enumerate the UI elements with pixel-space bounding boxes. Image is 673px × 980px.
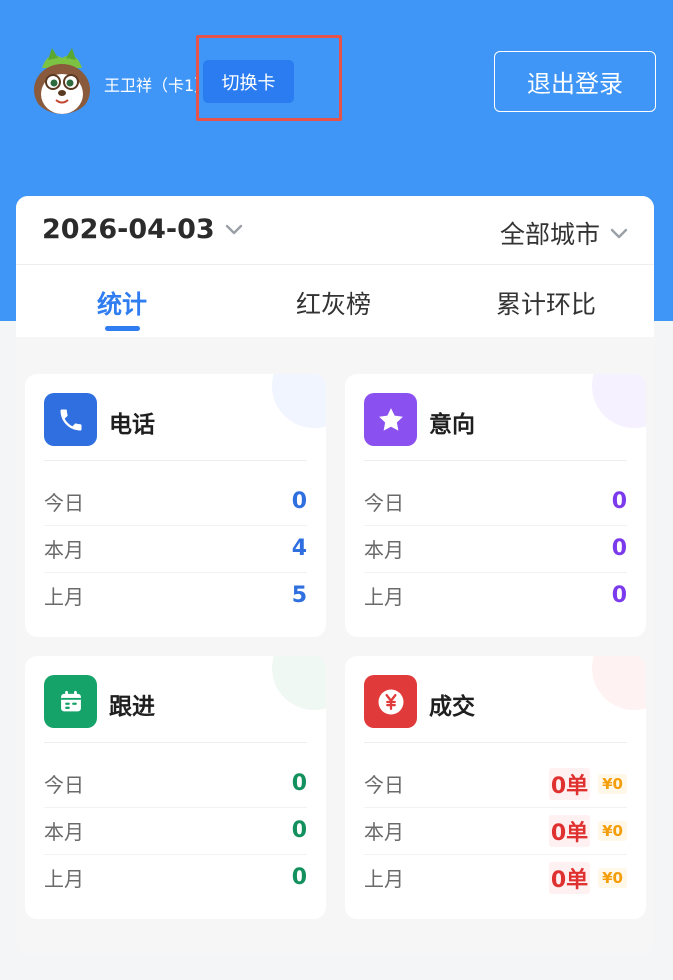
card-title: 成交 (429, 694, 475, 720)
calendar-icon (60, 690, 81, 711)
row-value: 0 (291, 818, 307, 843)
deal-count: 0单 (548, 861, 591, 894)
card-corner-decoration (272, 656, 326, 710)
tab-statistics[interactable]: 统计 (97, 285, 147, 321)
row-value: 0 (611, 536, 627, 561)
card-title: 跟进 (109, 694, 155, 720)
deal-amount: ¥0 (598, 820, 627, 841)
active-tab-indicator (105, 326, 140, 331)
row-today: 今日 0 (44, 478, 307, 525)
card-corner-decoration (592, 374, 646, 428)
row-label: 上月 (364, 585, 404, 609)
stat-card-phone[interactable]: 电话 今日 0 本月 4 上月 5 (25, 374, 326, 637)
card-divider (364, 460, 627, 461)
switch-card-button[interactable]: 切换卡 (203, 60, 294, 103)
row-label: 今日 (364, 491, 404, 515)
deal-value: 0单 ¥0 (548, 767, 627, 800)
row-month: 本月 0单 ¥0 (364, 807, 627, 854)
deal-value: 0单 ¥0 (548, 814, 627, 847)
deal-count: 0单 (548, 814, 591, 847)
card-corner-decoration (272, 374, 326, 428)
row-last-month: 上月 0 (364, 572, 627, 619)
card-title: 意向 (429, 412, 475, 438)
yen-icon-box (364, 675, 417, 728)
deal-count: 0单 (548, 767, 591, 800)
tab-red-gray-list[interactable]: 红灰榜 (296, 285, 371, 321)
date-filter[interactable]: 2026-04-03 (42, 214, 243, 245)
deal-amount: ¥0 (598, 867, 627, 888)
card-title: 电话 (109, 412, 155, 438)
tab-bar: 统计 红灰榜 累计环比 (16, 265, 654, 337)
logout-button[interactable]: 退出登录 (494, 51, 656, 112)
row-last-month: 上月 0单 ¥0 (364, 854, 627, 901)
row-month: 本月 0 (364, 525, 627, 572)
avatar-mascot-icon (28, 46, 96, 114)
row-today: 今日 0单 ¥0 (364, 760, 627, 807)
phone-icon-box (44, 393, 97, 446)
city-filter[interactable]: 全部城市 (500, 215, 628, 251)
statistics-panel: 2026-04-03 全部城市 统计 红灰榜 累计环比 电话 今日 0 本月 4… (16, 196, 654, 954)
calendar-icon-box (44, 675, 97, 728)
row-label: 上月 (44, 867, 84, 891)
star-icon-box (364, 393, 417, 446)
filter-bar: 2026-04-03 全部城市 (16, 196, 654, 265)
user-name: 王卫祥（卡1） (104, 76, 211, 95)
row-label: 今日 (44, 491, 84, 515)
row-last-month: 上月 0 (44, 854, 307, 901)
row-value: 0 (611, 489, 627, 514)
deal-amount: ¥0 (598, 773, 627, 794)
row-label: 上月 (44, 585, 84, 609)
row-label: 本月 (44, 538, 84, 562)
yen-icon (378, 689, 403, 714)
row-value: 5 (291, 583, 307, 608)
card-corner-decoration (592, 656, 646, 710)
row-value: 0 (291, 865, 307, 890)
stat-card-intent[interactable]: 意向 今日 0 本月 0 上月 0 (345, 374, 646, 637)
star-icon (378, 407, 403, 431)
row-label: 本月 (364, 538, 404, 562)
user-avatar[interactable] (28, 46, 96, 114)
deal-value: 0单 ¥0 (548, 861, 627, 894)
chevron-down-icon (610, 228, 628, 238)
row-label: 今日 (364, 773, 404, 797)
card-divider (364, 742, 627, 743)
card-divider (44, 460, 307, 461)
stat-card-followup[interactable]: 跟进 今日 0 本月 0 上月 0 (25, 656, 326, 919)
row-last-month: 上月 5 (44, 572, 307, 619)
stat-card-deal[interactable]: 成交 今日 0单 ¥0 本月 0单 ¥0 上月 0单 ¥0 (345, 656, 646, 919)
card-divider (44, 742, 307, 743)
row-today: 今日 0 (364, 478, 627, 525)
row-label: 今日 (44, 773, 84, 797)
row-label: 本月 (44, 820, 84, 844)
row-month: 本月 4 (44, 525, 307, 572)
row-today: 今日 0 (44, 760, 307, 807)
row-label: 上月 (364, 867, 404, 891)
row-month: 本月 0 (44, 807, 307, 854)
row-value: 0 (291, 771, 307, 796)
row-value: 0 (291, 489, 307, 514)
phone-icon (60, 409, 81, 430)
date-filter-value: 2026-04-03 (42, 214, 215, 245)
row-label: 本月 (364, 820, 404, 844)
row-value: 0 (611, 583, 627, 608)
tab-cumulative-comparison[interactable]: 累计环比 (496, 285, 596, 321)
row-value: 4 (291, 536, 307, 561)
city-filter-value: 全部城市 (499, 220, 600, 249)
chevron-down-icon (225, 224, 242, 235)
